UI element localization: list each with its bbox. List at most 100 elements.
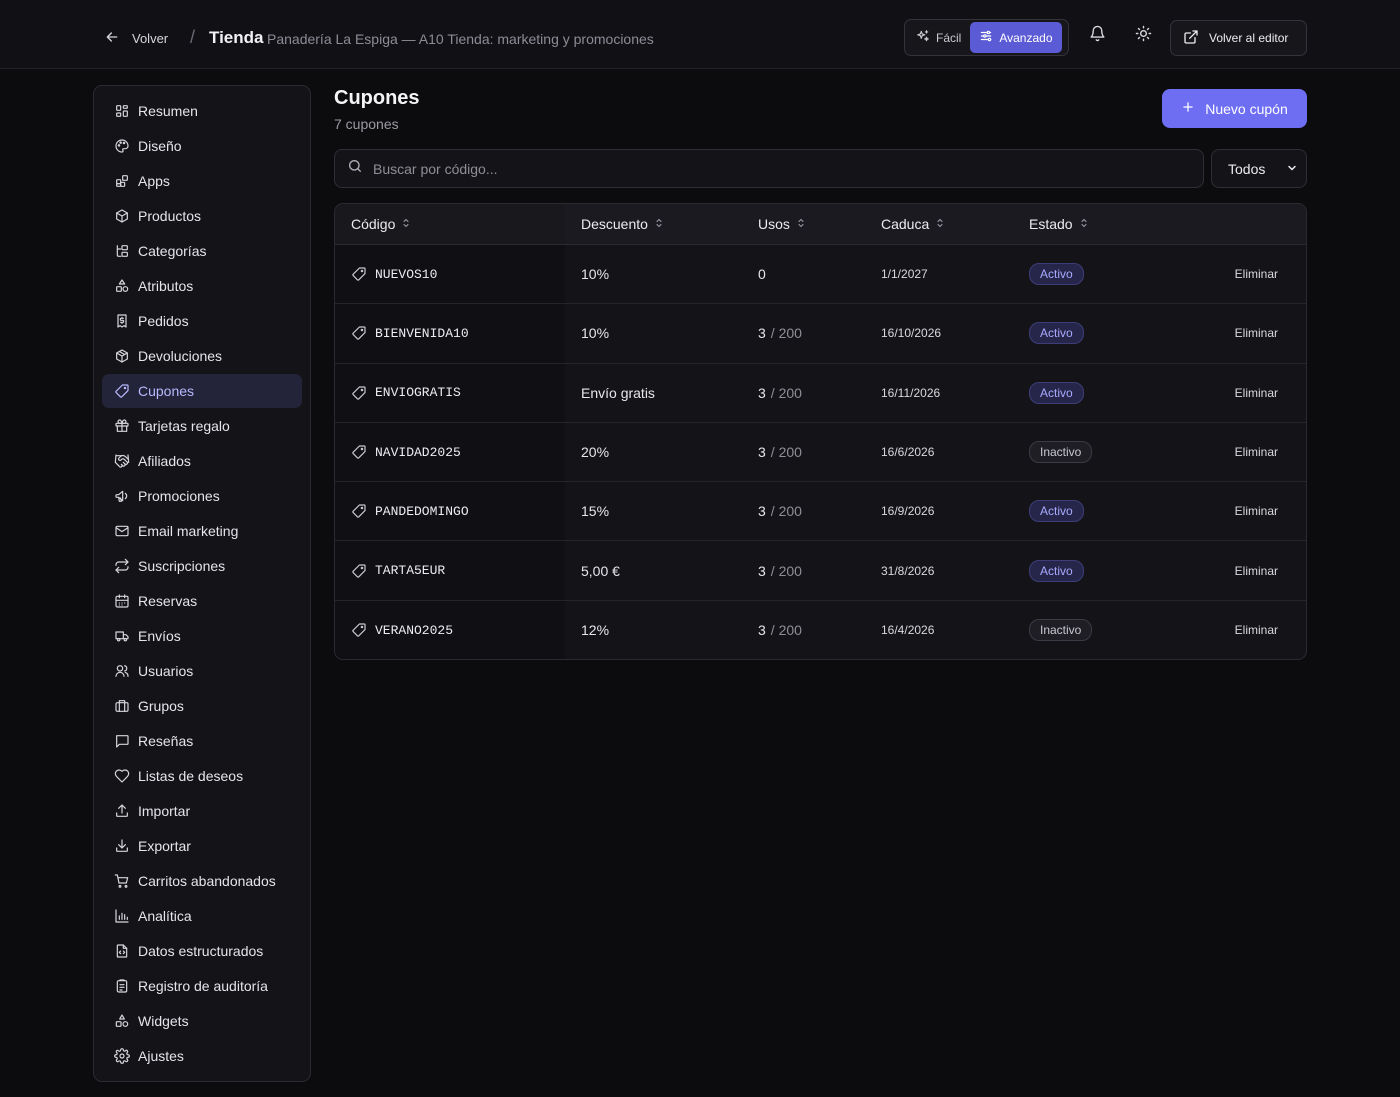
mode-advanced-button[interactable]: Avanzado [970,22,1062,53]
calendar-icon [114,593,130,609]
column-header-status[interactable]: Estado [1013,204,1193,244]
sliders-icon [979,29,993,46]
sidebar-item-importar[interactable]: Importar [102,794,302,828]
search-bar [334,149,1204,188]
sidebar-item-registro-de-auditoría[interactable]: Registro de auditoría [102,969,302,1003]
delete-button[interactable]: Eliminar [1235,504,1278,518]
status-badge: Activo [1029,500,1084,523]
delete-button[interactable]: Eliminar [1235,326,1278,340]
uses-count: 3 [758,503,766,520]
sort-icon [795,216,807,232]
plus-icon [1181,100,1195,117]
sidebar-item-email-marketing[interactable]: Email marketing [102,514,302,548]
uses-limit: / 200 [770,384,802,401]
sidebar-item-ajustes[interactable]: Ajustes [102,1039,302,1073]
delete-button[interactable]: Eliminar [1235,386,1278,400]
back-button[interactable]: Volver [104,27,168,49]
expires-cell: 16/10/2026 [881,326,942,341]
uses-cell: 3/ 200 [742,601,865,659]
uses-cell: 3/ 200 [742,304,865,362]
sidebar-item-label: Reseñas [138,733,194,749]
back-to-editor-label: Volver al editor [1209,31,1289,45]
sidebar-item-suscripciones[interactable]: Suscripciones [102,549,302,583]
status-badge: Activo [1029,559,1084,582]
sidebar-item-tarjetas-regalo[interactable]: Tarjetas regalo [102,409,302,443]
column-label: Código [351,216,396,232]
sparkles-icon [916,29,930,46]
uses-count: 3 [758,384,766,401]
uses-count: 0 [758,266,766,283]
sidebar-item-listas-de-deseos[interactable]: Listas de deseos [102,759,302,793]
status-badge: Activo [1029,263,1084,286]
new-coupon-button[interactable]: Nuevo cupón [1162,89,1307,128]
sidebar-item-cupones[interactable]: Cupones [102,374,302,408]
sidebar-item-reseñas[interactable]: Reseñas [102,724,302,758]
status-badge: Activo [1029,381,1084,404]
sidebar-item-afiliados[interactable]: Afiliados [102,444,302,478]
sidebar-item-grupos[interactable]: Grupos [102,689,302,723]
back-to-editor-button[interactable]: Volver al editor [1170,20,1307,56]
status-cell: Activo [1013,541,1193,599]
search-input[interactable] [373,160,1173,177]
download-icon [114,838,130,854]
delete-button[interactable]: Eliminar [1235,267,1278,281]
sidebar-item-atributos[interactable]: Atributos [102,269,302,303]
uses-limit: / 200 [770,503,802,520]
status-filter-select[interactable]: Todos [1211,149,1307,188]
sun-icon [1135,25,1152,47]
sidebar-item-label: Devoluciones [138,348,223,364]
coupons-table: Código Descuento Usos Caduca Estado NUEV… [334,203,1307,660]
tag-icon [351,325,367,341]
chevron-down-icon [1286,161,1298,177]
coupon-code: BIENVENIDA10 [375,325,469,341]
sidebar-item-pedidos[interactable]: Pedidos [102,304,302,338]
sidebar-item-promociones[interactable]: Promociones [102,479,302,513]
sidebar-item-analítica[interactable]: Analítica [102,899,302,933]
sidebar-item-productos[interactable]: Productos [102,199,302,233]
sidebar-item-resumen[interactable]: Resumen [102,94,302,128]
sidebar-item-datos-estructurados[interactable]: Datos estructurados [102,934,302,968]
sidebar-item-usuarios[interactable]: Usuarios [102,654,302,688]
notifications-button[interactable] [1086,25,1108,47]
theme-toggle-button[interactable] [1132,25,1154,47]
code-cell: TARTA5EUR [335,541,565,600]
column-header-discount[interactable]: Descuento [565,204,742,244]
coupon-code: NAVIDAD2025 [375,444,461,460]
sidebar-item-label: Exportar [138,838,191,854]
box-return-icon [114,348,130,364]
sidebar-item-reservas[interactable]: Reservas [102,584,302,618]
expires-cell: 16/4/2026 [881,623,935,638]
table-body: NUEVOS10 10% 0 1/1/2027 Activo Eliminar BIENVE… [335,245,1306,659]
heart-icon [114,768,130,784]
sidebar-item-widgets[interactable]: Widgets [102,1004,302,1038]
column-header-code[interactable]: Código [335,204,565,244]
column-header-uses[interactable]: Usos [742,204,865,244]
sidebar-item-apps[interactable]: Apps [102,164,302,198]
sidebar-item-categorías[interactable]: Categorías [102,234,302,268]
tag-icon [351,503,367,519]
sidebar-item-label: Reservas [138,593,198,609]
sidebar-item-exportar[interactable]: Exportar [102,829,302,863]
external-link-icon [1183,29,1199,48]
sidebar-item-label: Datos estructurados [138,943,264,959]
expires-cell: 16/11/2026 [881,385,941,400]
mode-easy-button[interactable]: Fácil [907,22,970,53]
status-cell: Activo [1013,245,1193,303]
sidebar-item-carritos-abandonados[interactable]: Carritos abandonados [102,864,302,898]
sidebar-item-envíos[interactable]: Envíos [102,619,302,653]
sidebar-item-diseño[interactable]: Diseño [102,129,302,163]
sidebar-item-label: Atributos [138,278,194,294]
sidebar-item-label: Pedidos [138,313,189,329]
delete-button[interactable]: Eliminar [1235,564,1278,578]
uses-limit: / 200 [770,444,802,461]
delete-button[interactable]: Eliminar [1235,445,1278,459]
sidebar-item-devoluciones[interactable]: Devoluciones [102,339,302,373]
sidebar-item-label: Cupones [138,383,195,399]
column-label: Descuento [581,216,648,232]
coupon-code: ENVIOGRATIS [375,385,461,401]
delete-button[interactable]: Eliminar [1235,623,1278,637]
actions-cell: Eliminar [1193,601,1306,659]
column-header-expires[interactable]: Caduca [865,204,1013,244]
expires-cell: 16/6/2026 [881,445,935,460]
coupon-code: TARTA5EUR [375,563,446,579]
